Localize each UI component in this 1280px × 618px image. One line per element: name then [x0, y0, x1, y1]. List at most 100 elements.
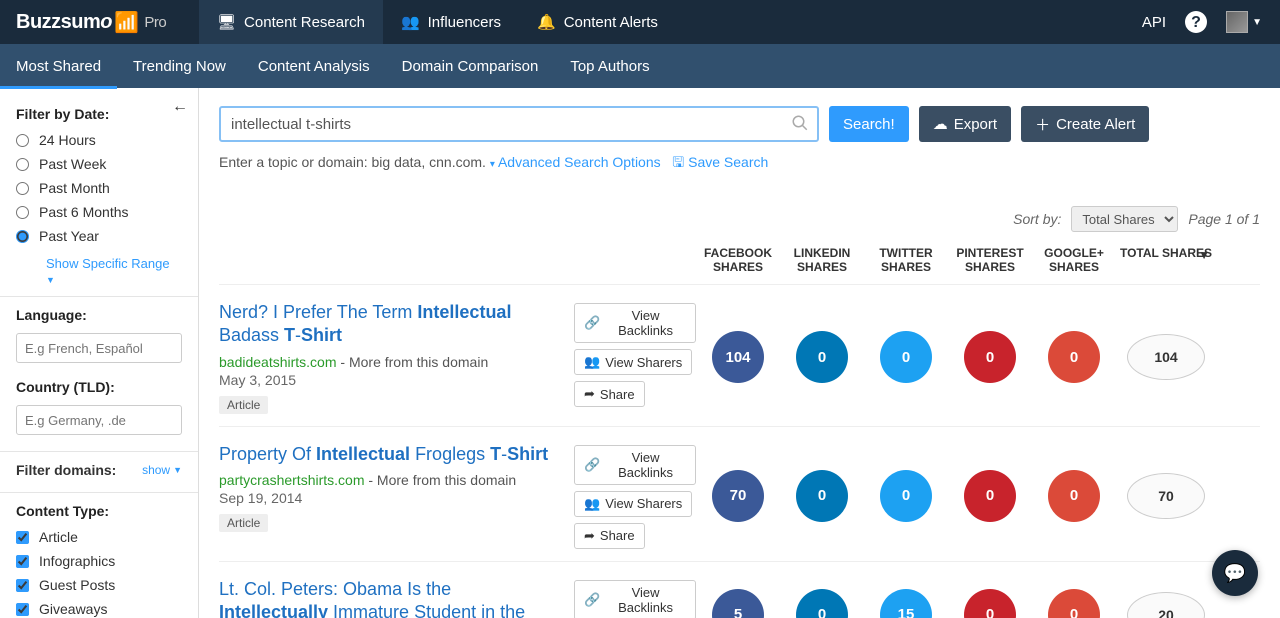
link-icon: 🔗: [584, 592, 600, 608]
linkedin-shares: 0: [796, 331, 848, 383]
twitter-shares: 0: [880, 331, 932, 383]
result-date: Sep 19, 2014: [219, 490, 558, 506]
nav-content-research[interactable]: 🖥 Content Research: [199, 0, 383, 44]
content-type-header: Content Type:: [0, 493, 198, 523]
date-24h[interactable]: 24 Hours: [16, 128, 182, 152]
result-title[interactable]: Property Of Intellectual Froglegs T-Shir…: [219, 443, 558, 466]
googleplus-shares: 0: [1048, 589, 1100, 618]
nav-content-research-label: Content Research: [244, 14, 365, 31]
nav-influencers[interactable]: 👥 Influencers: [383, 0, 519, 44]
svg-text:?: ?: [1191, 14, 1201, 31]
nav-content-alerts[interactable]: 🔔 Content Alerts: [519, 0, 676, 44]
share-icon: ➦: [584, 528, 595, 544]
brand-pro: Pro: [144, 14, 166, 31]
show-specific-range[interactable]: Show Specific Range ▼: [0, 252, 198, 286]
content-type-badge: Article: [219, 396, 268, 414]
avatar-icon: [1226, 11, 1248, 33]
result-row: Lt. Col. Peters: Obama Is the Intellectu…: [219, 561, 1260, 618]
brand-tail: o: [100, 11, 112, 34]
users-icon: 👥: [584, 354, 600, 370]
col-pinterest: PINTEREST SHARES: [948, 246, 1032, 274]
sort-by-label: Sort by:: [1013, 211, 1061, 227]
result-date: May 3, 2015: [219, 372, 558, 388]
tab-most-shared[interactable]: Most Shared: [0, 44, 117, 88]
view-sharers-button[interactable]: 👥View Sharers: [574, 349, 692, 375]
col-googleplus: GOOGLE+ SHARES: [1032, 246, 1116, 274]
view-backlinks-button[interactable]: 🔗View Backlinks: [574, 445, 696, 485]
export-button[interactable]: ☁ Export: [919, 106, 1011, 142]
chat-icon: 💬: [1224, 563, 1246, 584]
sort-caret-icon: ▼: [1198, 248, 1210, 262]
caret-down-icon: ▾: [490, 159, 495, 170]
date-past-6-months[interactable]: Past 6 Months: [16, 200, 182, 224]
search-helper: Enter a topic or domain: big data, cnn.c…: [219, 152, 1260, 176]
sort-by-select[interactable]: Total Shares: [1071, 206, 1178, 232]
tab-trending-now[interactable]: Trending Now: [117, 44, 242, 88]
col-total-shares[interactable]: TOTAL SHARES ▼: [1116, 246, 1216, 274]
type-infographics[interactable]: Infographics: [16, 549, 182, 573]
result-domain[interactable]: badideatshirts.com: [219, 354, 337, 370]
view-sharers-button[interactable]: 👥View Sharers: [574, 491, 692, 517]
tab-content-analysis[interactable]: Content Analysis: [242, 44, 386, 88]
search-input[interactable]: [219, 106, 819, 142]
share-button[interactable]: ➦Share: [574, 523, 645, 549]
col-twitter: TWITTER SHARES: [864, 246, 948, 274]
pinterest-shares: 0: [964, 331, 1016, 383]
language-input[interactable]: [16, 333, 182, 363]
view-backlinks-button[interactable]: 🔗View Backlinks: [574, 580, 696, 618]
tab-domain-comparison[interactable]: Domain Comparison: [386, 44, 555, 88]
save-search-link[interactable]: 🖫 Save Search: [672, 154, 768, 170]
twitter-shares: 15: [880, 589, 932, 618]
nav-api[interactable]: API: [1142, 14, 1166, 31]
collapse-sidebar-icon[interactable]: ←: [172, 98, 188, 116]
logo[interactable]: Buzzsumo📶 Pro: [0, 0, 199, 44]
result-domain-line: badideatshirts.com - More from this doma…: [219, 354, 558, 370]
country-header: Country (TLD):: [0, 369, 198, 399]
caret-down-icon: ▼: [46, 275, 55, 285]
date-past-week[interactable]: Past Week: [16, 152, 182, 176]
linkedin-shares: 0: [796, 589, 848, 618]
type-giveaways[interactable]: Giveaways: [16, 597, 182, 618]
pinterest-shares: 0: [964, 589, 1016, 618]
result-domain[interactable]: partycrashertshirts.com: [219, 472, 364, 488]
country-input[interactable]: [16, 405, 182, 435]
total-shares: 104: [1127, 334, 1205, 380]
plus-icon: ＋: [1035, 114, 1050, 135]
download-icon: ☁: [933, 115, 948, 133]
filter-date-header: Filter by Date:: [0, 96, 198, 126]
facebook-shares: 104: [712, 331, 764, 383]
nav-influencers-label: Influencers: [428, 14, 501, 31]
twitter-shares: 0: [880, 470, 932, 522]
result-row: Property Of Intellectual Froglegs T-Shir…: [219, 426, 1260, 561]
advanced-search-link[interactable]: ▾ Advanced Search Options: [490, 154, 661, 170]
chat-fab[interactable]: 💬: [1212, 550, 1258, 596]
pinterest-shares: 0: [964, 470, 1016, 522]
col-linkedin: LINKEDIN SHARES: [780, 246, 864, 274]
filter-domains-show[interactable]: show ▼: [142, 463, 182, 477]
facebook-shares: 5: [712, 589, 764, 618]
search-icon: [791, 114, 809, 132]
result-title[interactable]: Lt. Col. Peters: Obama Is the Intellectu…: [219, 578, 558, 618]
type-article[interactable]: Article: [16, 525, 182, 549]
result-row: Nerd? I Prefer The Term Intellectual Bad…: [219, 284, 1260, 426]
tab-top-authors[interactable]: Top Authors: [554, 44, 665, 88]
brand-name: Buzzsum: [16, 11, 100, 34]
result-title[interactable]: Nerd? I Prefer The Term Intellectual Bad…: [219, 301, 558, 348]
googleplus-shares: 0: [1048, 470, 1100, 522]
create-alert-button[interactable]: ＋ Create Alert: [1021, 106, 1149, 142]
date-past-month[interactable]: Past Month: [16, 176, 182, 200]
page-indicator: Page 1 of 1: [1188, 211, 1260, 227]
save-icon: 🖫: [672, 154, 684, 170]
search-button[interactable]: Search!: [829, 106, 909, 142]
date-past-year[interactable]: Past Year: [16, 224, 182, 248]
link-icon: 🔗: [584, 457, 600, 473]
help-icon[interactable]: ?: [1184, 10, 1208, 34]
user-menu[interactable]: ▼: [1226, 11, 1262, 33]
view-backlinks-button[interactable]: 🔗View Backlinks: [574, 303, 696, 343]
monitor-icon: 🖥: [217, 13, 236, 31]
bell-icon: 🔔: [537, 13, 556, 31]
language-header: Language:: [0, 297, 198, 327]
type-guest-posts[interactable]: Guest Posts: [16, 573, 182, 597]
share-button[interactable]: ➦Share: [574, 381, 645, 407]
nav-content-alerts-label: Content Alerts: [564, 14, 658, 31]
